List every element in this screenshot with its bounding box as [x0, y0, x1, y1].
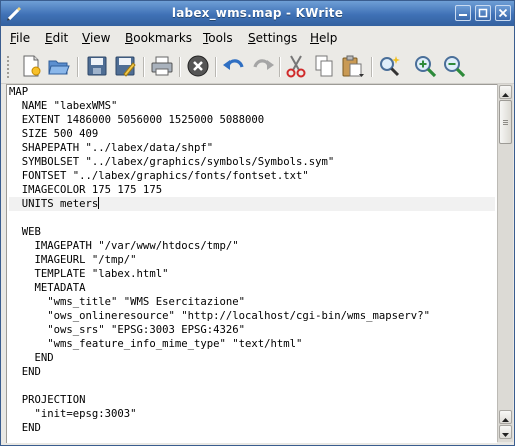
scrollbar-thumb[interactable]: [499, 100, 512, 144]
menu-edit[interactable]: Edit: [45, 31, 68, 45]
text-cursor: [98, 197, 100, 209]
scroll-up-button[interactable]: [499, 85, 512, 99]
editor-line[interactable]: TEMPLATE "labex.html": [9, 267, 495, 281]
minimize-icon: [459, 14, 467, 16]
editor-line[interactable]: SIZE 500 409: [9, 127, 495, 141]
menu-bar: File Edit View Bookmarks Tools Settings …: [1, 27, 514, 49]
save-icon[interactable]: [85, 54, 109, 78]
editor-line[interactable]: "ows_onlineresource" "http://localhost/c…: [9, 309, 495, 323]
kwrite-window: labex_wms.map - KWrite File Edit View Bo…: [0, 0, 515, 446]
find-icon[interactable]: [377, 54, 401, 78]
editor-line[interactable]: [9, 379, 495, 393]
cut-icon[interactable]: [284, 54, 308, 78]
toolbar-separator: [215, 57, 217, 77]
editor-line[interactable]: "wms_title" "WMS Esercitazione": [9, 295, 495, 309]
editor-line[interactable]: IMAGEPATH "/var/www/htdocs/tmp/": [9, 239, 495, 253]
close-icon: [498, 8, 508, 18]
editor-line[interactable]: UNITS meters: [9, 197, 495, 211]
redo-icon[interactable]: [251, 54, 275, 78]
editor-line[interactable]: EXTENT 1486000 5056000 1525000 5088000: [9, 113, 495, 127]
zoom-in-icon[interactable]: [413, 54, 437, 78]
minimize-button[interactable]: [455, 5, 471, 21]
copy-icon[interactable]: [312, 54, 336, 78]
paste-icon[interactable]: [340, 54, 364, 78]
editor-line[interactable]: NAME "labexWMS": [9, 99, 495, 113]
save-as-icon[interactable]: [113, 54, 137, 78]
window-title: labex_wms.map - KWrite: [171, 6, 344, 20]
text-editor-area[interactable]: MAP NAME "labexWMS" EXTENT 1486000 50560…: [6, 84, 497, 443]
arrow-down-icon: [502, 433, 509, 437]
editor-line[interactable]: END: [9, 421, 495, 435]
editor-line[interactable]: END: [9, 365, 495, 379]
undo-icon[interactable]: [222, 54, 246, 78]
maximize-button[interactable]: [475, 5, 491, 21]
scroll-down-button[interactable]: [499, 425, 512, 439]
print-icon[interactable]: [150, 54, 174, 78]
editor-line[interactable]: FONTSET "../labex/graphics/fonts/fontset…: [9, 169, 495, 183]
menu-help[interactable]: Help: [310, 31, 337, 45]
close-window-button[interactable]: [495, 5, 511, 21]
editor-line[interactable]: WEB: [9, 225, 495, 239]
toolbar-separator: [371, 57, 373, 77]
editor-line[interactable]: IMAGECOLOR 175 175 175: [9, 183, 495, 197]
menu-view[interactable]: View: [82, 31, 110, 45]
toolbar-separator: [179, 57, 181, 77]
main-toolbar: [1, 49, 514, 84]
toolbar-grip-handle[interactable]: [6, 55, 10, 79]
toolbar-separator: [143, 57, 145, 77]
new-document-icon[interactable]: [19, 54, 43, 78]
menu-settings[interactable]: Settings: [248, 31, 297, 45]
toolbar-separator: [279, 57, 281, 77]
zoom-out-icon[interactable]: [442, 54, 466, 78]
title-bar[interactable]: labex_wms.map - KWrite: [1, 1, 514, 26]
editor-line[interactable]: SYMBOLSET "../labex/graphics/symbols/Sym…: [9, 155, 495, 169]
editor-line[interactable]: PROJECTION: [9, 393, 495, 407]
editor-line[interactable]: IMAGEURL "/tmp/": [9, 253, 495, 267]
menu-bookmarks[interactable]: Bookmarks: [125, 31, 192, 45]
editor-line[interactable]: [9, 211, 495, 225]
open-folder-icon[interactable]: [47, 54, 71, 78]
editor-line[interactable]: MAP: [9, 85, 495, 99]
editor-line[interactable]: "ows_srs" "EPSG:3003 EPSG:4326": [9, 323, 495, 337]
vertical-scrollbar[interactable]: [497, 84, 513, 442]
menu-tools[interactable]: Tools: [203, 31, 233, 45]
editor-line[interactable]: "init=epsg:3003": [9, 407, 495, 421]
editor-line[interactable]: METADATA: [9, 281, 495, 295]
toolbar-separator: [77, 57, 79, 77]
editor-line[interactable]: "wms_feature_info_mime_type" "text/html": [9, 337, 495, 351]
scroll-up-button-lower[interactable]: [499, 410, 512, 424]
menu-file[interactable]: File: [10, 31, 30, 45]
editor-line[interactable]: END: [9, 351, 495, 365]
maximize-icon: [478, 8, 488, 18]
editor-line[interactable]: SHAPEPATH "../labex/data/shpf": [9, 141, 495, 155]
close-document-icon[interactable]: [186, 54, 210, 78]
